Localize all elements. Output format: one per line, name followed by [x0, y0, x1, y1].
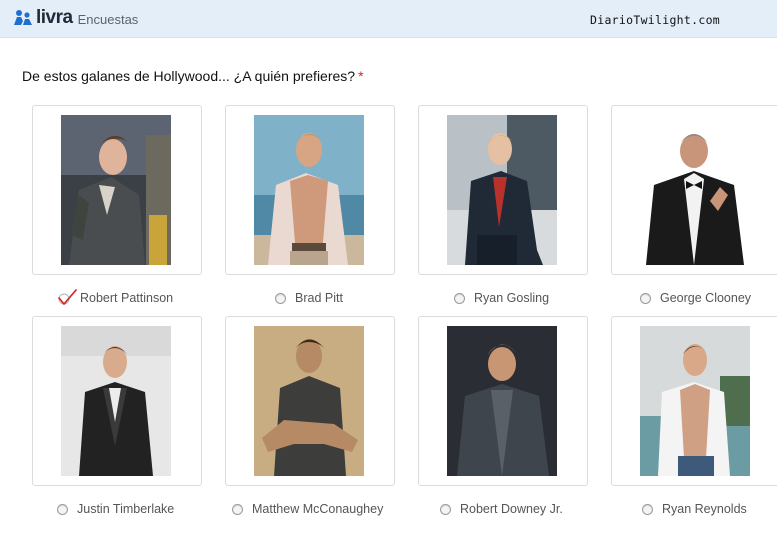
- site-name: DiarioTwilight.com: [590, 13, 721, 27]
- photo-robert-downey-jr: [447, 326, 557, 476]
- photo-matthew-mcconaughey: [254, 326, 364, 476]
- radio-button[interactable]: [275, 292, 286, 304]
- required-marker: *: [358, 68, 364, 84]
- option-card-brad-pitt[interactable]: [225, 105, 395, 275]
- radio-button[interactable]: [440, 503, 451, 515]
- option-label: Brad Pitt: [295, 291, 343, 305]
- option-robert-downey-jr[interactable]: Robert Downey Jr.: [440, 500, 563, 518]
- livra-logo[interactable]: livra Encuestas: [13, 7, 138, 29]
- option-card-robert-downey-jr[interactable]: [418, 316, 588, 486]
- option-card-robert-pattinson[interactable]: [32, 105, 202, 275]
- photo-ryan-reynolds: [640, 326, 750, 476]
- photo-brad-pitt: [254, 115, 364, 265]
- photo-george-clooney: [640, 115, 750, 265]
- logo-text: livra: [36, 7, 73, 28]
- option-justin-timberlake[interactable]: Justin Timberlake: [57, 500, 174, 518]
- radio-button[interactable]: [640, 292, 651, 304]
- option-label: Ryan Gosling: [474, 291, 550, 305]
- option-card-ryan-gosling[interactable]: [418, 105, 588, 275]
- option-label: Robert Pattinson: [80, 291, 174, 305]
- option-ryan-gosling[interactable]: Ryan Gosling: [454, 289, 549, 307]
- logo-subtitle: Encuestas: [77, 12, 139, 27]
- radio-button[interactable]: [454, 292, 465, 304]
- option-ryan-reynolds[interactable]: Ryan Reynolds: [642, 500, 747, 518]
- option-card-matthew-mcconaughey[interactable]: [225, 316, 395, 486]
- option-label: Robert Downey Jr.: [460, 502, 563, 516]
- option-label: Matthew McConaughey: [252, 502, 384, 516]
- photo-robert-pattinson: [61, 115, 171, 265]
- option-brad-pitt[interactable]: Brad Pitt: [275, 289, 343, 307]
- option-robert-pattinson[interactable]: Robert Pattinson: [57, 289, 173, 307]
- radio-button[interactable]: [642, 503, 653, 515]
- photo-ryan-gosling: [447, 115, 557, 265]
- radio-button[interactable]: [57, 503, 68, 515]
- question-text: De estos galanes de Hollywood... ¿A quié…: [22, 68, 356, 84]
- option-label: Ryan Reynolds: [662, 502, 747, 516]
- option-card-george-clooney[interactable]: [611, 105, 777, 275]
- question-title: De estos galanes de Hollywood... ¿A quié…: [22, 68, 364, 84]
- radio-button[interactable]: [232, 503, 243, 515]
- option-card-ryan-reynolds[interactable]: [611, 316, 777, 486]
- option-matthew-mcconaughey[interactable]: Matthew McConaughey: [232, 500, 383, 518]
- red-check-icon: [58, 289, 77, 306]
- option-card-justin-timberlake[interactable]: [32, 316, 202, 486]
- top-bar: livra Encuestas DiarioTwilight.com: [0, 0, 777, 38]
- photo-justin-timberlake: [61, 326, 171, 476]
- option-label: Justin Timberlake: [77, 502, 175, 516]
- people-icon: [14, 10, 32, 25]
- option-george-clooney[interactable]: George Clooney: [640, 289, 751, 307]
- option-label: George Clooney: [660, 291, 752, 305]
